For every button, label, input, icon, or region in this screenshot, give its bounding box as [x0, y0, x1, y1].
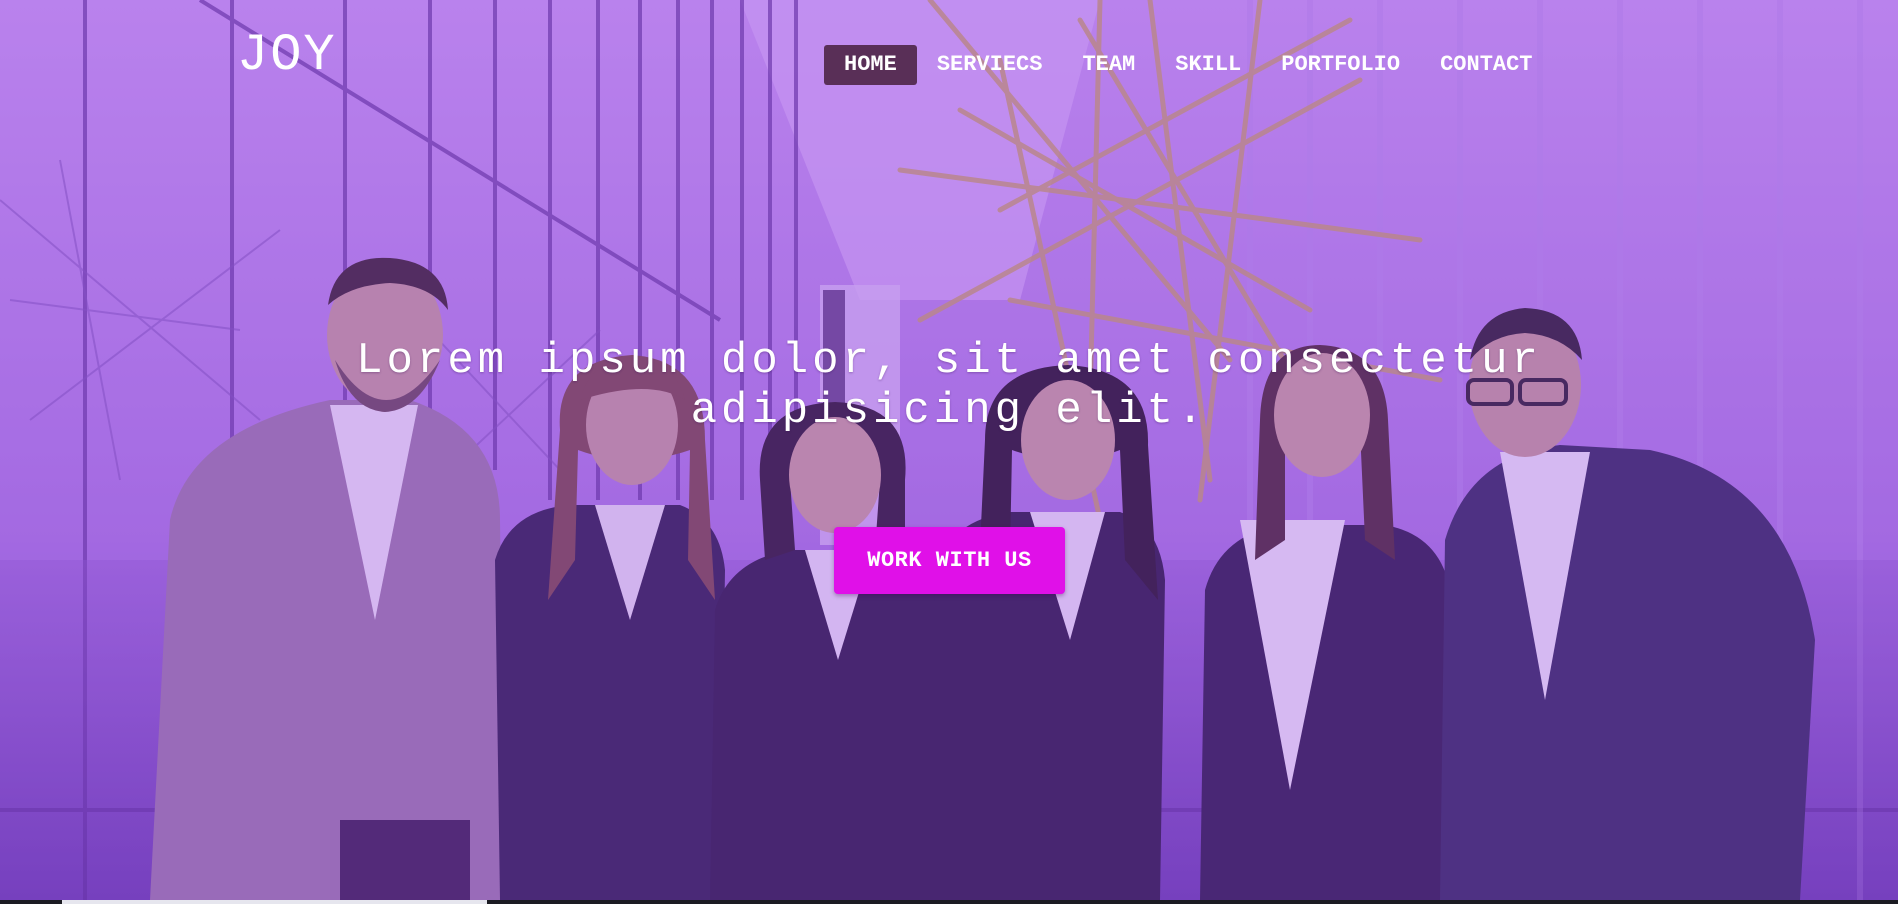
nav-item-skill[interactable]: SKILL — [1155, 45, 1261, 85]
nav-item-team[interactable]: TEAM — [1062, 45, 1155, 85]
main-nav: HOME SERVIECS TEAM SKILL PORTFOLIO CONTA… — [824, 45, 1553, 85]
hero-section: JOY HOME SERVIECS TEAM SKILL PORTFOLIO C… — [0, 0, 1898, 900]
nav-item-contact[interactable]: CONTACT — [1420, 45, 1552, 85]
hero-headline: Lorem ipsum dolor, sit amet consectetur … — [356, 336, 1542, 436]
nav-item-home[interactable]: HOME — [824, 45, 917, 85]
horizontal-scrollbar[interactable] — [0, 900, 1898, 904]
nav-item-portfolio[interactable]: PORTFOLIO — [1261, 45, 1420, 85]
hero-color-overlay — [0, 0, 1898, 900]
brand-logo[interactable]: JOY — [237, 30, 337, 82]
nav-item-services[interactable]: SERVIECS — [917, 45, 1063, 85]
work-with-us-button[interactable]: WORK WITH US — [834, 527, 1065, 594]
scrollbar-thumb[interactable] — [62, 900, 487, 904]
